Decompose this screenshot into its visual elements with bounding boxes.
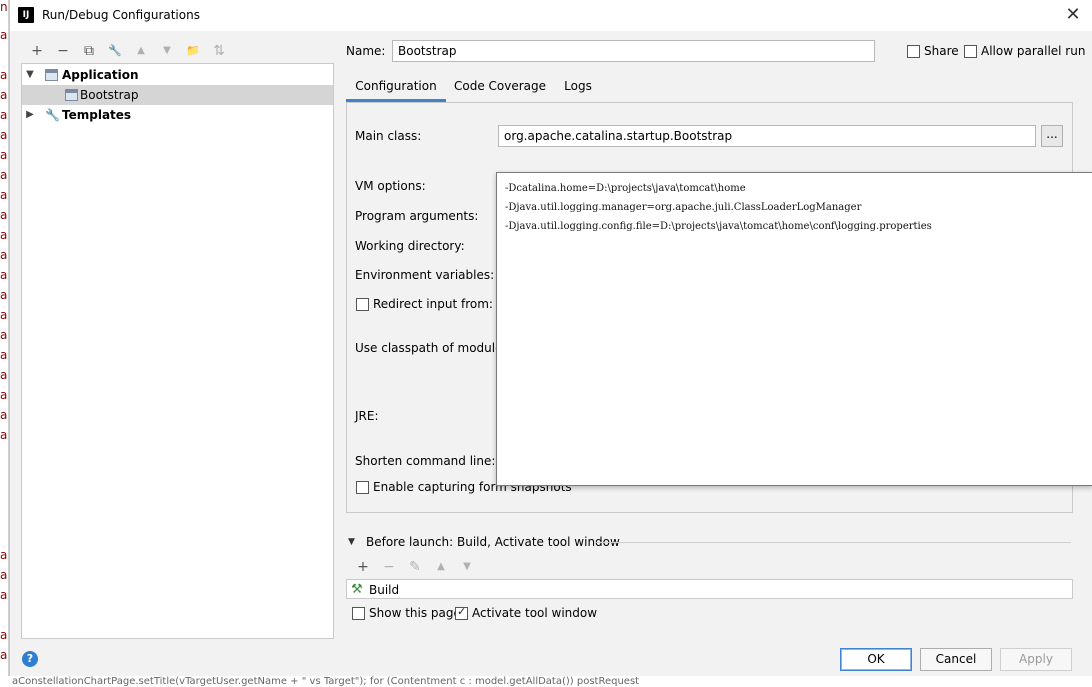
activate-tool-window-label: Activate tool window (472, 606, 598, 620)
share-label: Share (924, 44, 959, 58)
vm-options-editor[interactable]: -Dcatalina.home=D:\projects\java\tomcat\… (496, 172, 1092, 486)
tab-logs[interactable]: Logs (556, 74, 600, 102)
allow-parallel-checkbox[interactable] (964, 45, 977, 58)
show-page-checkbox[interactable] (352, 607, 365, 620)
chevron-down-icon[interactable]: ▼ (24, 65, 36, 85)
build-task[interactable]: Build (369, 583, 399, 597)
activate-tool-window-checkbox[interactable] (455, 605, 468, 620)
help-icon[interactable]: ? (22, 651, 38, 667)
main-class-label: Main class: (355, 129, 422, 143)
before-launch-toolbar: + − ✎ ▲ ▼ (350, 558, 480, 576)
cancel-button[interactable]: Cancel (920, 648, 992, 671)
main-class-input[interactable]: org.apache.catalina.startup.Bootstrap (498, 125, 1036, 147)
folder-icon[interactable]: 📁 (180, 42, 206, 60)
before-launch-list: ⚒ Build (346, 579, 1073, 599)
vm-option-line: -Djava.util.logging.config.file=D:\proje… (505, 221, 932, 232)
enable-snapshots-checkbox[interactable] (356, 481, 369, 494)
move-down-icon[interactable]: ▼ (154, 42, 180, 60)
working-directory-label: Working directory: (355, 239, 465, 253)
tab-configuration[interactable]: Configuration (346, 74, 446, 102)
program-arguments-label: Program arguments: (355, 209, 479, 223)
tab-code-coverage[interactable]: Code Coverage (450, 74, 550, 102)
apply-button[interactable]: Apply (1000, 648, 1072, 671)
tree-item-bootstrap[interactable]: Bootstrap (22, 85, 333, 105)
remove-icon[interactable]: − (50, 42, 76, 60)
application-icon (65, 89, 78, 101)
show-page-label: Show this page (369, 606, 461, 620)
intellij-icon: IJ (18, 7, 34, 23)
classpath-module-label: Use classpath of module: (355, 341, 507, 355)
remove-task-icon[interactable]: − (376, 558, 402, 576)
jre-label: JRE: (355, 409, 379, 423)
window-title: Run/Debug Configurations (42, 8, 200, 22)
title-bar: IJ Run/Debug Configurations ✕ (10, 0, 1092, 31)
close-button[interactable]: ✕ (1062, 4, 1084, 26)
before-launch-divider (595, 542, 1071, 543)
browse-button[interactable]: ... (1041, 125, 1063, 147)
ok-button[interactable]: OK (840, 648, 912, 671)
environment-variables-label: Environment variables: (355, 268, 495, 282)
background-editor-strip: naaa aaaa aaaa aaaa aaaa aaaa aa (0, 0, 9, 687)
application-icon (45, 69, 58, 81)
vm-option-line: -Djava.util.logging.manager=org.apache.j… (505, 202, 862, 213)
wrench-icon: 🔧 (45, 108, 60, 122)
share-checkbox[interactable] (907, 45, 920, 58)
name-label: Name: (346, 44, 386, 58)
hammer-icon: ⚒ (351, 582, 363, 597)
configuration-tree: ▼ Application Bootstrap ▶ 🔧 Templates (21, 63, 334, 639)
add-icon[interactable]: + (24, 42, 50, 60)
vm-option-line: -Dcatalina.home=D:\projects\java\tomcat\… (505, 183, 746, 194)
tree-label-application: Application (62, 68, 139, 82)
redirect-input-checkbox[interactable] (356, 298, 369, 311)
add-task-icon[interactable]: + (350, 558, 376, 576)
tree-item-application[interactable]: ▼ Application (22, 65, 333, 85)
edit-task-icon[interactable]: ✎ (402, 558, 428, 576)
move-down-icon[interactable]: ▼ (454, 558, 480, 576)
tree-label-templates: Templates (62, 108, 132, 122)
config-toolbar: + − ⧉ 🔧 ▲ ▼ 📁 ⇅ (24, 42, 232, 60)
copy-icon[interactable]: ⧉ (76, 42, 102, 60)
chevron-down-icon[interactable]: ▼ (348, 537, 355, 547)
run-debug-dialog: IJ Run/Debug Configurations ✕ + − ⧉ 🔧 ▲ … (9, 0, 1092, 676)
tree-label-bootstrap: Bootstrap (80, 88, 139, 102)
shorten-command-line-label: Shorten command line: (355, 454, 496, 468)
wrench-icon[interactable]: 🔧 (102, 42, 128, 60)
background-editor-line: aConstellationChartPage.setTitle(vTarget… (0, 676, 1092, 687)
tree-item-templates[interactable]: ▶ 🔧 Templates (22, 105, 333, 125)
sort-icon[interactable]: ⇅ (206, 42, 232, 60)
allow-parallel-label: Allow parallel run (981, 44, 1086, 58)
move-up-icon[interactable]: ▲ (128, 42, 154, 60)
vm-options-label: VM options: (355, 179, 426, 193)
before-launch-title: Before launch: Build, Activate tool wind… (366, 535, 620, 549)
move-up-icon[interactable]: ▲ (428, 558, 454, 576)
redirect-input-label: Redirect input from: (373, 297, 493, 311)
chevron-right-icon[interactable]: ▶ (24, 105, 36, 125)
name-input[interactable]: Bootstrap (392, 40, 875, 62)
